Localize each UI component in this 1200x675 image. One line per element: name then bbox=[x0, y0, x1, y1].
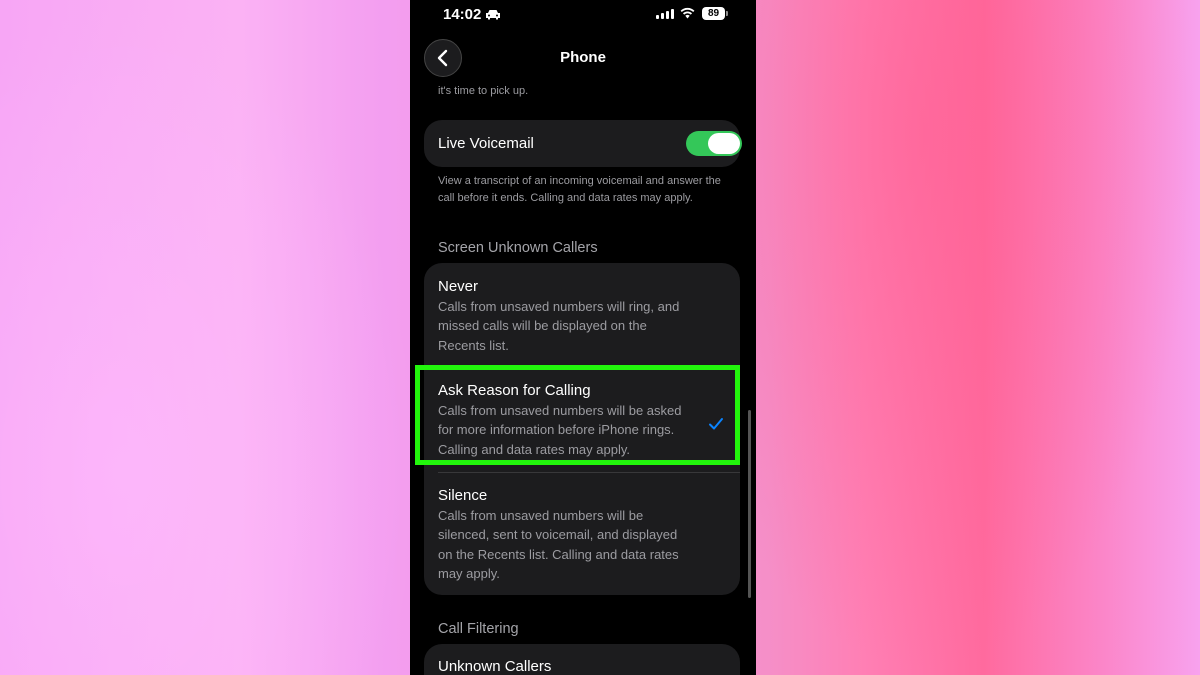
live-voicemail-label: Live Voicemail bbox=[438, 135, 534, 152]
battery-icon: 89 bbox=[702, 7, 728, 20]
wifi-icon bbox=[680, 7, 695, 19]
unknown-callers-row[interactable]: Unknown Callers bbox=[438, 658, 551, 675]
phone-screen: 14:02 89 Phone it's time to pick up. Liv… bbox=[410, 0, 756, 675]
background-glow-left bbox=[0, 0, 420, 675]
option-never[interactable]: Never Calls from unsaved numbers will ri… bbox=[424, 263, 740, 367]
previous-section-footnote: it's time to pick up. bbox=[438, 85, 529, 97]
background-glow-right bbox=[740, 0, 1200, 675]
cellular-signal-icon bbox=[656, 9, 674, 19]
scroll-indicator[interactable] bbox=[748, 410, 751, 598]
call-filtering-header: Call Filtering bbox=[438, 621, 519, 637]
live-voicemail-footnote: View a transcript of an incoming voicema… bbox=[438, 175, 721, 204]
status-bar: 14:02 89 bbox=[410, 0, 756, 30]
option-label: Silence bbox=[438, 487, 488, 504]
page-title: Phone bbox=[560, 49, 606, 66]
option-silence[interactable]: Silence Calls from unsaved numbers will … bbox=[424, 473, 740, 595]
option-description: Calls from unsaved numbers will ring, an… bbox=[438, 299, 680, 353]
live-voicemail-row: Live Voicemail bbox=[424, 120, 742, 167]
live-voicemail-toggle[interactable] bbox=[686, 131, 742, 156]
car-icon bbox=[486, 10, 500, 20]
highlight-annotation-box bbox=[415, 365, 740, 465]
status-time: 14:02 bbox=[443, 6, 482, 23]
toggle-knob bbox=[708, 133, 740, 154]
option-label: Never bbox=[438, 278, 479, 295]
option-description: Calls from unsaved numbers will be silen… bbox=[438, 508, 679, 581]
screen-unknown-callers-header: Screen Unknown Callers bbox=[438, 240, 598, 256]
call-filtering-card: Unknown Callers bbox=[424, 644, 740, 675]
